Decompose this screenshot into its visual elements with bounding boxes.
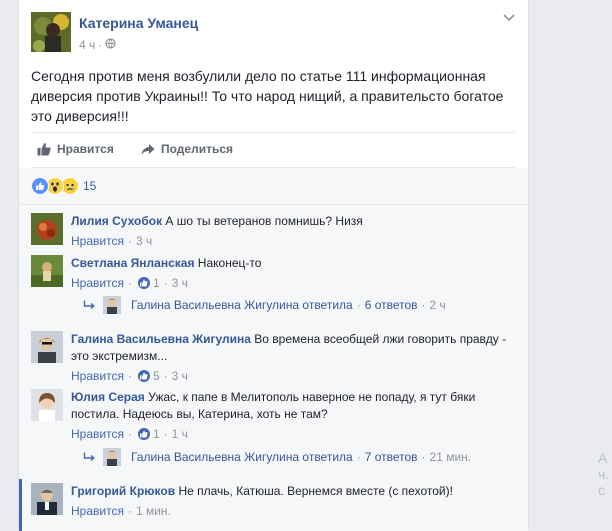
post-card: Катерина Уманец 4 ч · Сегодня против меня… <box>18 0 529 531</box>
view-replies-link[interactable]: Галина Васильевна Жигулина ответила · 6 от… <box>83 295 446 315</box>
reply-count[interactable]: 7 ответов <box>365 450 418 464</box>
comment-like-count[interactable]: 1 <box>153 276 160 290</box>
separator: · <box>127 504 132 518</box>
comment-avatar[interactable] <box>31 331 63 363</box>
comment-like-link[interactable]: Нравится <box>71 234 124 248</box>
separator: · <box>163 369 168 383</box>
separator: · <box>127 276 132 290</box>
comment-time[interactable]: 3 ч <box>172 369 188 383</box>
reply-action: ответила <box>302 298 353 312</box>
comment-text: Наконец-то <box>197 256 262 270</box>
author-avatar[interactable] <box>31 12 71 52</box>
comment-like-link[interactable]: Нравится <box>71 427 124 441</box>
separator: · <box>127 427 132 441</box>
thumbs-up-icon <box>37 143 51 156</box>
comment-time[interactable]: 1 ч <box>172 427 188 441</box>
separator: · <box>356 298 361 312</box>
comment-author[interactable]: Галина Васильевна Жигулина <box>71 332 251 346</box>
comment-text: А шо ты ветеранов помнишь? Низя <box>165 214 363 228</box>
reply-avatar <box>103 296 121 314</box>
share-arrow-icon <box>141 143 155 155</box>
post-meta: 4 ч · <box>79 38 116 52</box>
chevron-down-icon[interactable] <box>502 12 516 22</box>
comment-time[interactable]: 3 ч <box>172 276 188 290</box>
comment-body: Лилия Сухобок А шо ты ветеранов помнишь?… <box>71 213 511 248</box>
post-author-name[interactable]: Катерина Уманец <box>79 15 198 31</box>
share-button[interactable]: Поделиться <box>141 142 233 156</box>
reply-avatar <box>103 448 121 466</box>
comment-body: Юлия Серая Ужас, к папе в Мелитополь нав… <box>71 389 511 441</box>
view-replies-link[interactable]: Галина Васильевна Жигулина ответила · 7 от… <box>83 447 471 467</box>
comment-time[interactable]: 1 мин. <box>136 504 171 518</box>
comment-like-count[interactable]: 1 <box>153 427 160 441</box>
separator: · <box>127 369 132 383</box>
comment-body: Светлана Янланская Наконец-то Нравится · 1… <box>71 255 511 290</box>
comment: Юлия Серая Ужас, к папе в Мелитополь нав… <box>31 389 511 445</box>
separator: · <box>421 450 426 464</box>
comment-author[interactable]: Юлия Серая <box>71 390 145 404</box>
comment: Галина Васильевна Жигулина Во времена вс… <box>31 331 511 387</box>
comment-like-link[interactable]: Нравится <box>71 504 124 518</box>
meta-separator: · <box>98 38 103 52</box>
reply-time: 2 ч <box>429 298 446 312</box>
comment-author[interactable]: Григорий Крюков <box>71 484 175 498</box>
reply-arrow-icon <box>83 452 95 462</box>
reply-time: 21 мин. <box>429 450 472 464</box>
comment-author[interactable]: Светлана Янланская <box>71 256 194 270</box>
reply-count[interactable]: 6 ответов <box>365 298 418 312</box>
comments-list: Лилия Сухобок А шо ты ветеранов помнишь?… <box>19 204 528 531</box>
share-label: Поделиться <box>161 142 234 156</box>
separator: · <box>356 450 361 464</box>
like-count-icon <box>137 428 150 440</box>
reply-author[interactable]: Галина Васильевна Жигулина <box>131 298 299 312</box>
post-actions: Нравится Поделиться <box>31 132 515 168</box>
comment-avatar[interactable] <box>31 389 63 421</box>
comment-body: Григорий Крюков Не плачь, Катюша. Вернем… <box>71 483 511 518</box>
comment-avatar[interactable] <box>31 255 63 287</box>
comment-body: Галина Васильевна Жигулина Во времена вс… <box>71 331 511 383</box>
comment-text: Не плачь, Катюша. Вернемся вместе (с пех… <box>178 484 453 498</box>
post-time[interactable]: 4 ч <box>79 38 95 52</box>
reply-action: ответила <box>302 450 353 464</box>
separator: · <box>163 276 168 290</box>
separator: · <box>127 234 132 248</box>
like-label: Нравится <box>57 142 114 156</box>
new-comment-highlight <box>19 479 22 531</box>
reply-arrow-icon <box>83 300 95 310</box>
like-button[interactable]: Нравится <box>37 142 114 156</box>
reactions-bar[interactable]: 15 <box>19 168 528 204</box>
comment-time[interactable]: 3 ч <box>136 234 152 248</box>
sidebar-text-fragment: А ч. с <box>598 450 610 498</box>
separator: · <box>421 298 426 312</box>
like-count-icon <box>137 370 150 382</box>
comment-avatar[interactable] <box>31 483 63 515</box>
comment: Светлана Янланская Наконец-то Нравится · 1… <box>31 255 511 295</box>
comment-like-count[interactable]: 5 <box>153 369 160 383</box>
like-count-icon <box>137 277 150 289</box>
comment-like-link[interactable]: Нравится <box>71 276 124 290</box>
comment: Лилия Сухобок А шо ты ветеранов помнишь?… <box>31 213 511 253</box>
comment-like-link[interactable]: Нравится <box>71 369 124 383</box>
comment-avatar[interactable] <box>31 213 63 245</box>
reaction-icons <box>31 177 79 195</box>
like-reaction-icon <box>31 177 49 195</box>
reply-author[interactable]: Галина Васильевна Жигулина <box>131 450 299 464</box>
post-header: Катерина Уманец 4 ч · <box>19 0 528 60</box>
globe-icon <box>105 38 116 52</box>
comment-author[interactable]: Лилия Сухобок <box>71 214 162 228</box>
post-text: Сегодня против меня возбулили дело по ст… <box>31 68 504 124</box>
comment: Григорий Крюков Не плачь, Катюша. Вернем… <box>31 483 511 523</box>
separator: · <box>163 427 168 441</box>
reactions-count[interactable]: 15 <box>83 179 96 193</box>
